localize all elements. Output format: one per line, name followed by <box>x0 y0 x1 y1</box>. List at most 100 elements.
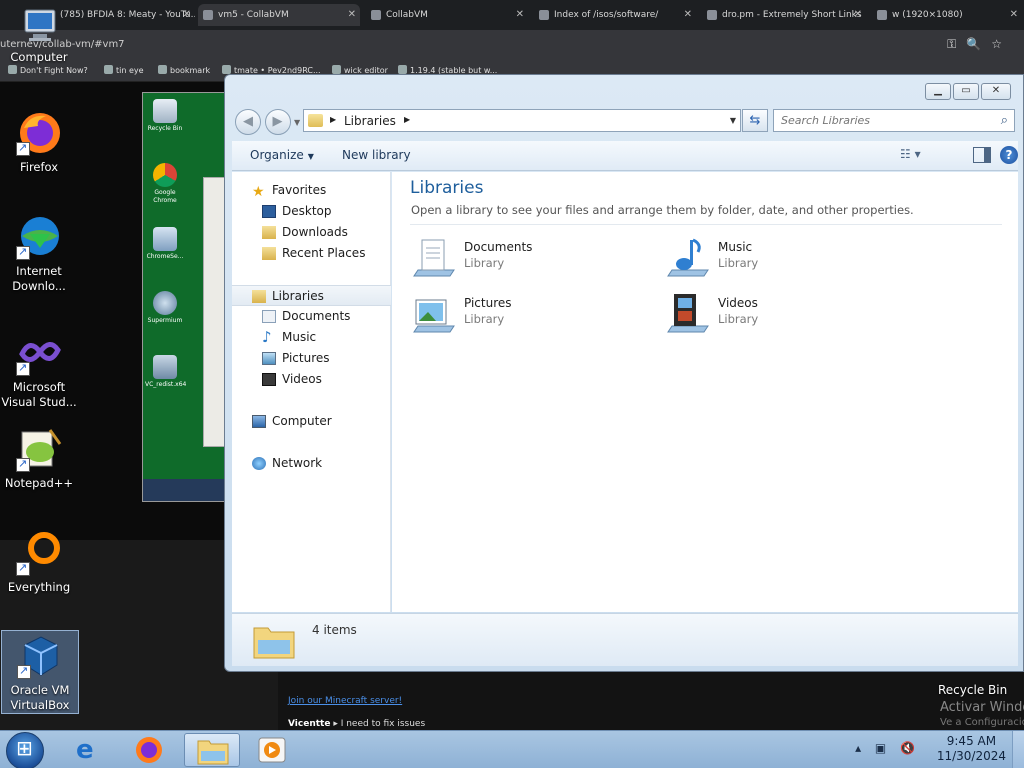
bookmark-icon <box>158 65 167 74</box>
bookmark-icon <box>332 65 341 74</box>
change-view-icon[interactable]: ☷ ▾ <box>900 147 936 165</box>
nav-music[interactable]: ♪ Music <box>232 327 391 348</box>
close-button[interactable]: ✕ <box>981 83 1011 100</box>
library-pictures[interactable]: Pictures Library <box>410 290 650 338</box>
installer-icon <box>153 355 177 379</box>
bookmark-item[interactable]: bookmark <box>158 65 210 75</box>
help-icon[interactable]: ? <box>1000 146 1018 164</box>
nav-documents[interactable]: Documents <box>232 306 391 327</box>
vm-taskbar[interactable] <box>143 479 225 501</box>
search-box[interactable]: ⌕ <box>773 109 1015 132</box>
show-desktop-button[interactable] <box>1012 731 1024 768</box>
firefox-icon <box>16 110 62 156</box>
browser-tab[interactable]: dro.pm - Extremely Short Links ✕ <box>702 4 866 26</box>
browser-tab[interactable]: CollabVM ✕ <box>366 4 528 26</box>
library-music[interactable]: Music Library <box>664 234 904 282</box>
back-arrow-icon[interactable]: ◀ <box>235 109 261 135</box>
taskbar-internet-explorer[interactable]: e <box>62 733 118 767</box>
chrome-setup-icon <box>153 227 177 251</box>
desktop-icon-internet-download-manager[interactable]: Internet Downlo... <box>0 214 78 294</box>
library-videos[interactable]: Videos Library <box>664 290 904 338</box>
nav-downloads[interactable]: Downloads <box>232 222 391 243</box>
address-bar[interactable]: ▶ Libraries ▶ ▼ <box>303 109 741 132</box>
browser-tab[interactable]: Index of /isos/software/✕ <box>534 4 696 26</box>
browser-tab[interactable]: w (1920×1080) ✕ <box>872 4 1022 26</box>
music-note-icon: ♪ <box>262 328 272 346</box>
supermium-icon <box>153 291 177 315</box>
explorer-window[interactable]: ▁▭✕ ◀ ▶ ▼ ▶ Libraries ▶ ▼ ⇆ ⌕ Organize▼ … <box>224 74 1024 672</box>
bookmark-item[interactable]: tin eye <box>104 65 144 75</box>
nav-pictures[interactable]: Pictures <box>232 348 391 369</box>
clock-time: 9:45 AM <box>946 734 997 748</box>
close-tab-icon[interactable]: ✕ <box>183 4 191 26</box>
nav-recent-places[interactable]: Recent Places <box>232 243 391 264</box>
virtualbox-icon <box>17 633 63 679</box>
recycle-bin-icon <box>153 99 177 123</box>
nav-computer[interactable]: Computer <box>232 411 391 432</box>
close-tab-icon[interactable]: ✕ <box>854 4 862 26</box>
shortcut-arrow-icon <box>16 456 30 472</box>
recent-places-icon <box>262 247 276 260</box>
recent-pages-dropdown-icon[interactable]: ▼ <box>294 118 300 127</box>
vm-desktop-icon[interactable]: ChromeSe... <box>145 227 185 261</box>
taskbar: e ▴ ▣ 🔇 9:45 AM 11/30/2024 <box>0 730 1024 768</box>
clock[interactable]: 9:45 AM 11/30/2024 <box>937 734 1006 764</box>
nav-videos[interactable]: Videos <box>232 369 391 390</box>
address-dropdown-icon[interactable]: ▼ <box>730 116 736 125</box>
chat-username: Vicentte <box>288 719 331 729</box>
taskbar-media-player[interactable] <box>244 733 300 767</box>
shortcut-arrow-icon <box>16 360 30 376</box>
library-documents[interactable]: Documents Library <box>410 234 650 282</box>
browser-tab[interactable]: vm5 - CollabVM ✕ <box>198 4 360 26</box>
maximize-button[interactable]: ▭ <box>953 83 979 100</box>
nav-desktop[interactable]: Desktop <box>232 201 391 222</box>
chevron-down-icon: ▼ <box>307 152 314 161</box>
breadcrumb-chevron-icon[interactable]: ▶ <box>330 115 336 124</box>
desktop-recycle-bin-label[interactable]: Recycle Bin <box>938 683 1007 697</box>
refresh-button[interactable]: ⇆ <box>742 109 768 132</box>
vm-desktop-icon[interactable]: Supermium <box>145 291 185 325</box>
everything-search-icon <box>16 530 62 576</box>
close-tab-icon[interactable]: ✕ <box>348 4 356 26</box>
search-input[interactable] <box>774 110 989 131</box>
desktop-icon-virtualbox[interactable]: Oracle VM VirtualBox <box>1 630 79 714</box>
item-count: 4 items <box>312 623 357 637</box>
tab-favicon-icon <box>203 10 213 20</box>
system-tray-icons[interactable]: ▴ ▣ 🔇 <box>855 741 920 755</box>
close-tab-icon[interactable]: ✕ <box>684 4 692 26</box>
browser-action-icons[interactable]: ⚿🔍☆ <box>947 37 1012 52</box>
desktop-icon-notepad-plus-plus[interactable]: Notepad++ <box>0 426 78 491</box>
desktop-icon-firefox[interactable]: Firefox <box>0 110 78 175</box>
bookmark-item[interactable]: Don't Fight Now? <box>8 65 88 75</box>
desktop-icon-computer[interactable]: Computer <box>0 6 78 65</box>
nav-libraries[interactable]: Libraries <box>232 285 391 306</box>
vm-desktop-icon[interactable]: VC_redist.x64 <box>145 355 186 389</box>
desktop-icon <box>262 205 276 218</box>
shortcut-arrow-icon <box>16 140 30 156</box>
desktop-icon-visual-studio[interactable]: Microsoft Visual Stud... <box>0 330 78 410</box>
breadcrumb-chevron-icon[interactable]: ▶ <box>404 115 410 124</box>
taskbar-explorer[interactable] <box>184 733 240 767</box>
close-tab-icon[interactable]: ✕ <box>516 4 524 26</box>
preview-pane-icon[interactable] <box>973 147 991 163</box>
vm-desktop-icon[interactable]: Recycle Bin <box>145 99 185 133</box>
desktop-icon-everything[interactable]: Everything <box>0 530 78 595</box>
start-button[interactable] <box>6 732 44 768</box>
nav-favorites[interactable]: ★ Favorites <box>232 180 391 201</box>
taskbar-firefox[interactable] <box>122 733 178 767</box>
search-icon[interactable]: ⌕ <box>1001 113 1008 128</box>
libraries-folder-icon <box>252 618 296 662</box>
chat-link[interactable]: Join our Minecraft server! <box>288 696 402 706</box>
breadcrumb-libraries[interactable]: Libraries <box>344 114 396 128</box>
pictures-icon <box>262 352 276 365</box>
new-library-button[interactable]: New library <box>342 148 411 162</box>
vm-dialog-window[interactable] <box>203 177 225 447</box>
nav-network[interactable]: Network <box>232 453 391 474</box>
forward-arrow-icon[interactable]: ▶ <box>264 109 291 135</box>
inner-vm-screen[interactable]: Recycle Bin Google Chrome ChromeSe... Su… <box>142 92 226 502</box>
vm-desktop-icon[interactable]: Google Chrome <box>145 163 185 205</box>
notepad-plus-plus-icon <box>16 426 62 472</box>
close-tab-icon[interactable]: ✕ <box>1010 4 1018 26</box>
organize-button[interactable]: Organize ▼ <box>250 148 314 162</box>
minimize-button[interactable]: ▁ <box>925 83 951 100</box>
